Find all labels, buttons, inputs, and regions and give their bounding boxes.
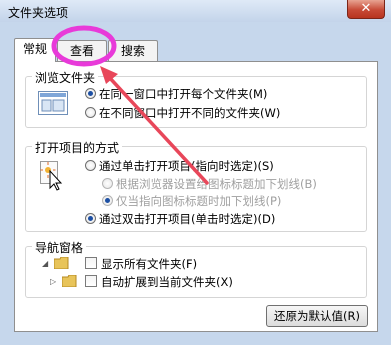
- checkbox-auto-expand[interactable]: [85, 275, 97, 287]
- checkbox-show-all-folders[interactable]: [85, 257, 97, 269]
- option-show-all-folders: 显示所有文件夹(F): [101, 257, 198, 271]
- radio-double-click[interactable]: [85, 213, 96, 224]
- option-auto-expand: 自动扩展到当前文件夹(X): [101, 275, 233, 289]
- folder-options-dialog: 文件夹选项 ✕ 常规 查看 搜索 浏览文件夹 在同一窗口中打开每个文件夹(M) …: [0, 0, 391, 345]
- close-icon: ✕: [360, 1, 372, 16]
- option-underline-point: 仅当指向图标标题时加下划线(P): [116, 194, 282, 208]
- browse-folders-icon: [38, 91, 68, 115]
- tree-collapsed-icon: ▷: [50, 277, 57, 286]
- restore-defaults-label: 还原为默认值(R): [274, 309, 360, 323]
- title-bar: 文件夹选项 ✕: [0, 0, 391, 22]
- radio-underline-browser[interactable]: [102, 178, 113, 189]
- tab-view[interactable]: 查看: [57, 40, 107, 61]
- nav-pane-title: 导航窗格: [32, 239, 87, 256]
- option-underline-browser: 根据浏览器设置给图标标题加下划线(B): [116, 177, 317, 191]
- tab-panel-general: 浏览文件夹 在同一窗口中打开每个文件夹(M) 在不同窗口中打开不同的文件夹(W)…: [14, 61, 378, 332]
- tab-general[interactable]: 常规: [14, 38, 56, 62]
- tab-search-label: 搜索: [120, 44, 145, 58]
- restore-defaults-button[interactable]: 还原为默认值(R): [266, 305, 368, 327]
- browse-folders-group: 浏览文件夹 在同一窗口中打开每个文件夹(M) 在不同窗口中打开不同的文件夹(W): [25, 69, 367, 128]
- tree-expanded-icon: ◢: [42, 259, 49, 268]
- tab-general-label: 常规: [22, 42, 47, 56]
- tab-view-label: 查看: [69, 44, 94, 58]
- click-pointer-icon: [40, 161, 63, 191]
- click-items-group: 打开项目的方式 通过单击打开项目(指向时选定)(S) 根据浏览器设置给图标标题加…: [25, 139, 367, 232]
- option-single-click: 通过单击打开项目(指向时选定)(S): [99, 159, 274, 173]
- radio-single-click[interactable]: [85, 160, 96, 171]
- radio-new-window[interactable]: [85, 107, 96, 118]
- option-same-window: 在同一窗口中打开每个文件夹(M): [99, 87, 268, 101]
- nav-pane-group: 导航窗格 ◢ ▷ 显示所有文件夹(F) 自动扩展到当前文件夹(X): [25, 239, 367, 298]
- radio-underline-point[interactable]: [102, 195, 113, 206]
- folder-icon: [54, 257, 69, 269]
- folder-icon: [62, 275, 77, 287]
- window-title: 文件夹选项: [8, 6, 69, 20]
- browse-folders-title: 浏览文件夹: [32, 69, 99, 86]
- tab-search[interactable]: 搜索: [108, 40, 158, 61]
- option-new-window: 在不同窗口中打开不同的文件夹(W): [99, 106, 281, 120]
- option-double-click: 通过双击打开项目(单击时选定)(D): [99, 212, 276, 226]
- radio-same-window[interactable]: [85, 88, 96, 99]
- click-items-title: 打开项目的方式: [32, 139, 123, 156]
- close-button[interactable]: ✕: [347, 0, 385, 19]
